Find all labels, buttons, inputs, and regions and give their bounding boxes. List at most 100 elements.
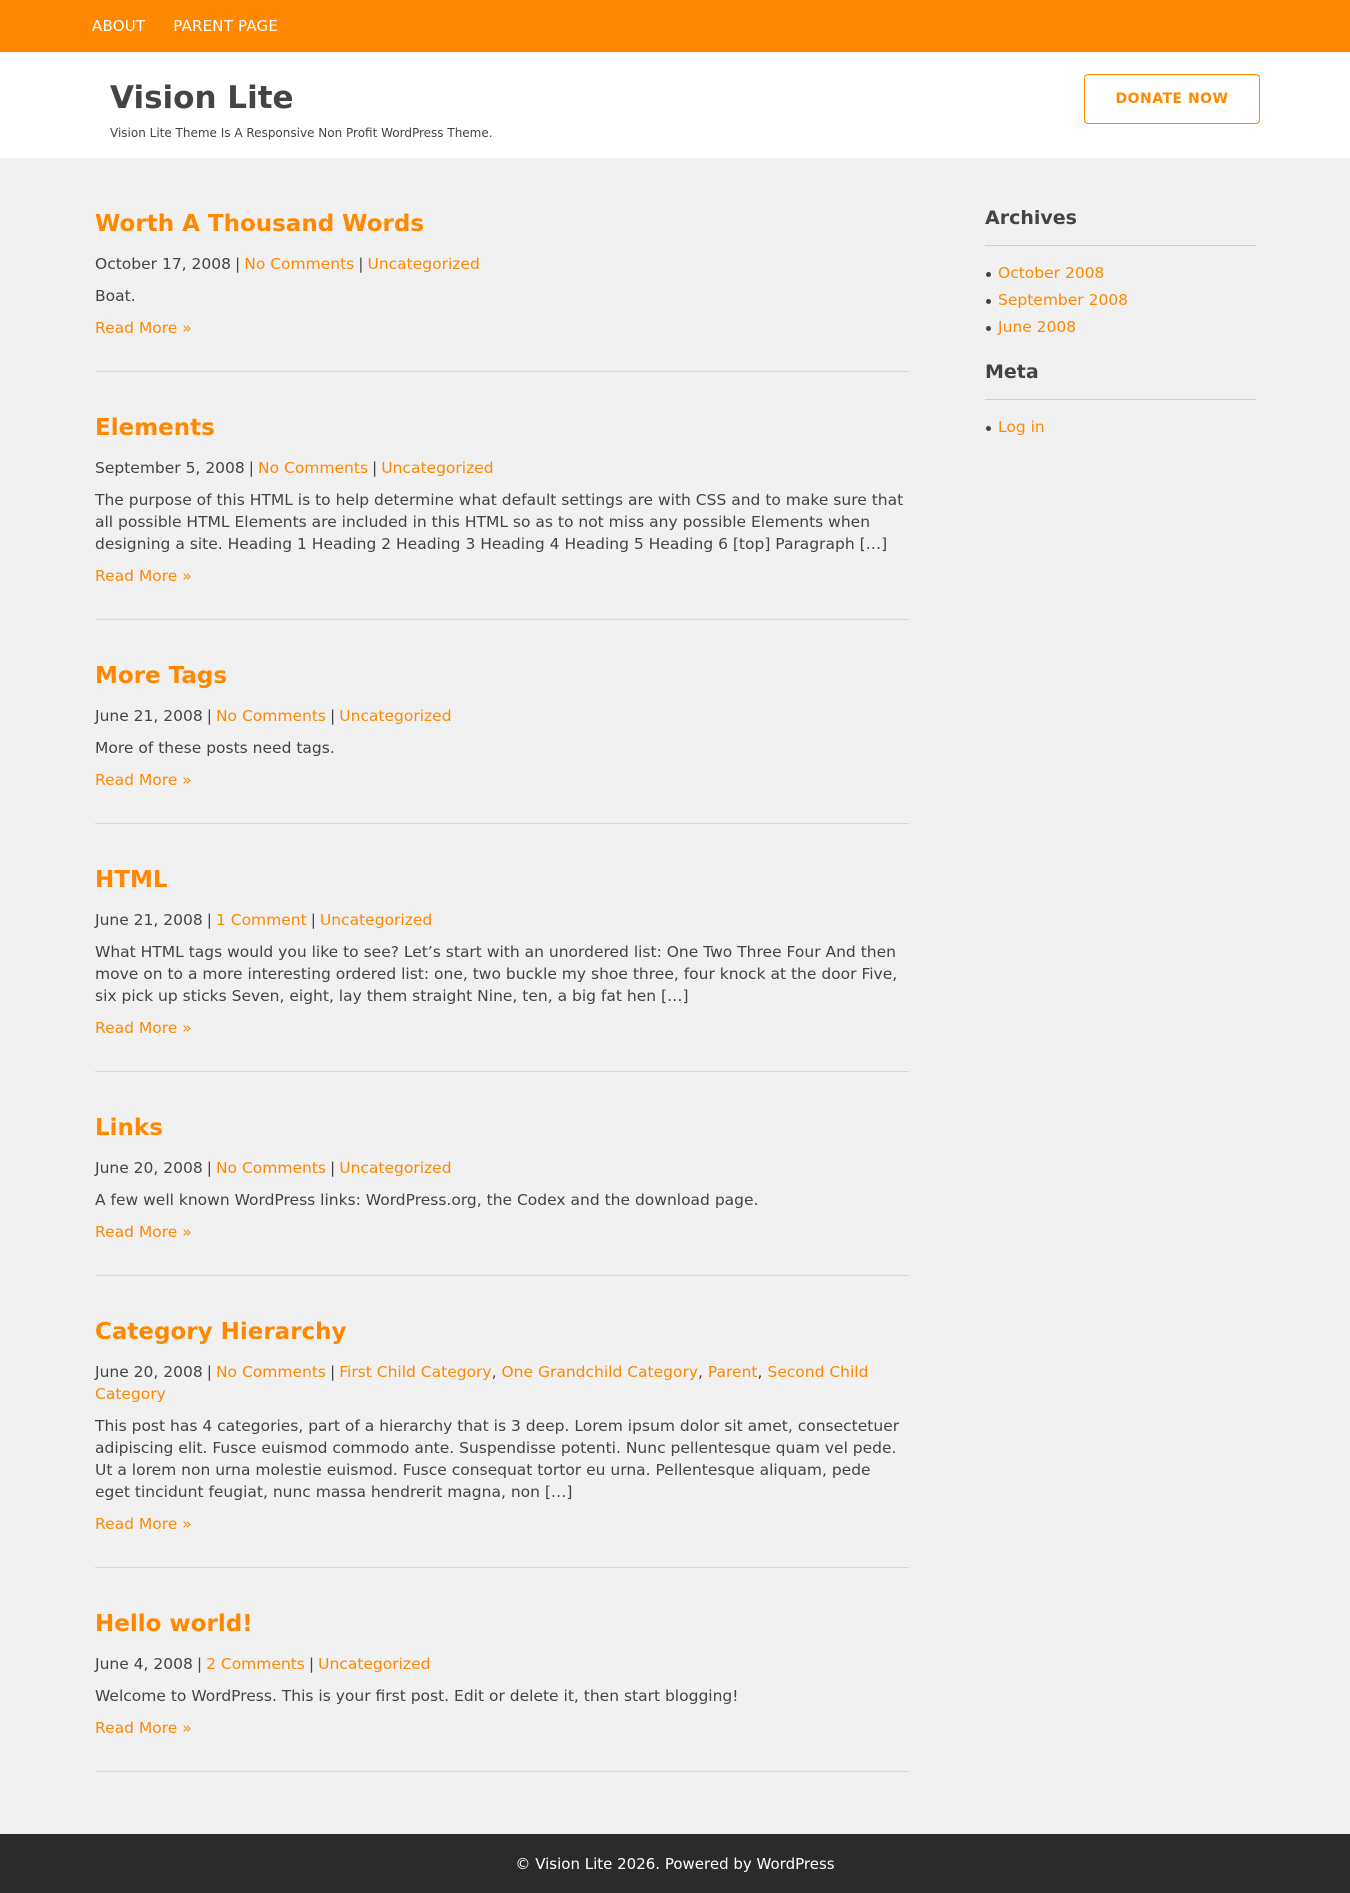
post-date: October 17, 2008 bbox=[95, 255, 231, 273]
meta-separator: | bbox=[234, 255, 241, 273]
post-comments-link[interactable]: No Comments bbox=[216, 707, 326, 725]
post: Links June 20, 2008 | No Comments | Uncategor… bbox=[95, 1114, 909, 1276]
post-meta: June 20, 2008 | No Comments | First Child Ca… bbox=[95, 1361, 909, 1405]
post-date: June 20, 2008 bbox=[95, 1363, 203, 1381]
post-meta: June 21, 2008 | 1 Comment | Uncategorized bbox=[95, 909, 909, 931]
post-category-link[interactable]: Parent bbox=[708, 1363, 758, 1381]
post-category-link[interactable]: First Child Category bbox=[339, 1363, 491, 1381]
meta-separator: | bbox=[358, 255, 364, 273]
post-comments-link[interactable]: No Comments bbox=[216, 1363, 326, 1381]
post-date: June 21, 2008 bbox=[95, 911, 203, 929]
archives-widget: Archives October 2008 September 2008 Jun… bbox=[985, 207, 1256, 341]
post-date: September 5, 2008 bbox=[95, 459, 245, 477]
post-excerpt: A few well known WordPress links: WordPr… bbox=[95, 1191, 759, 1209]
post: Elements September 5, 2008 | No Comments | Un… bbox=[95, 414, 909, 620]
post-comments-link[interactable]: No Comments bbox=[244, 255, 354, 273]
archives-widget-title: Archives bbox=[985, 207, 1256, 246]
read-more-link[interactable]: Read More » bbox=[95, 1221, 192, 1243]
read-more-link[interactable]: Read More » bbox=[95, 1513, 192, 1535]
meta-separator: | bbox=[310, 911, 316, 929]
site-header: Vision Lite Vision Lite Theme Is A Respo… bbox=[0, 52, 1350, 158]
post-title[interactable]: Category Hierarchy bbox=[95, 1318, 909, 1346]
post-date: June 20, 2008 bbox=[95, 1159, 203, 1177]
post-category-link[interactable]: Uncategorized bbox=[339, 1159, 451, 1177]
post-category-link[interactable]: Uncategorized bbox=[320, 911, 432, 929]
meta-separator: | bbox=[329, 1159, 336, 1177]
post-title[interactable]: Elements bbox=[95, 414, 909, 442]
post-excerpt: Boat. bbox=[95, 287, 136, 305]
meta-separator: | bbox=[206, 1159, 212, 1177]
category-separator: , bbox=[698, 1363, 708, 1381]
archives-list: October 2008 September 2008 June 2008 bbox=[985, 260, 1256, 341]
post: Worth A Thousand Words October 17, 2008 | N… bbox=[95, 210, 909, 372]
post-comments-link[interactable]: No Comments bbox=[258, 459, 368, 477]
top-nav: ABOUT PARENT PAGE bbox=[0, 0, 1350, 52]
post-meta: September 5, 2008 | No Comments | Uncategori… bbox=[95, 457, 909, 479]
archive-item: October 2008 bbox=[985, 260, 1256, 287]
post-date: June 4, 2008 bbox=[95, 1655, 193, 1673]
meta-separator: | bbox=[329, 707, 336, 725]
meta-item: Log in bbox=[985, 414, 1256, 441]
post: Category Hierarchy June 20, 2008 | No Comme… bbox=[95, 1318, 909, 1568]
post-category-link[interactable]: One Grandchild Category bbox=[501, 1363, 698, 1381]
site-tagline: Vision Lite Theme Is A Responsive Non Pr… bbox=[110, 126, 493, 140]
post-excerpt: What HTML tags would you like to see? Le… bbox=[95, 943, 898, 1005]
post-excerpt: This post has 4 categories, part of a hi… bbox=[95, 1417, 900, 1501]
site-footer: © Vision Lite 2026. Powered by WordPress bbox=[0, 1834, 1350, 1893]
post-category-link[interactable]: Uncategorized bbox=[318, 1655, 430, 1673]
meta-separator: | bbox=[248, 459, 254, 477]
read-more-link[interactable]: Read More » bbox=[95, 1017, 192, 1039]
meta-list: Log in bbox=[985, 414, 1256, 441]
post-category-link[interactable]: Uncategorized bbox=[339, 707, 451, 725]
archive-link-september-2008[interactable]: September 2008 bbox=[998, 291, 1128, 309]
meta-widget: Meta Log in bbox=[985, 361, 1256, 441]
read-more-link[interactable]: Read More » bbox=[95, 317, 192, 339]
post-title[interactable]: HTML bbox=[95, 866, 909, 894]
post-category-link[interactable]: Uncategorized bbox=[381, 459, 493, 477]
site-title[interactable]: Vision Lite bbox=[110, 80, 294, 116]
login-link[interactable]: Log in bbox=[998, 418, 1045, 436]
read-more-link[interactable]: Read More » bbox=[95, 769, 192, 791]
post-title[interactable]: Hello world! bbox=[95, 1610, 909, 1638]
meta-separator: | bbox=[329, 1363, 336, 1381]
category-separator: , bbox=[491, 1363, 502, 1381]
archive-link-june-2008[interactable]: June 2008 bbox=[998, 318, 1076, 336]
post: Hello world! June 4, 2008 | 2 Comments | Unca… bbox=[95, 1610, 909, 1772]
post-excerpt: The purpose of this HTML is to help dete… bbox=[95, 491, 904, 553]
post-comments-link[interactable]: No Comments bbox=[216, 1159, 326, 1177]
archive-item: June 2008 bbox=[985, 314, 1256, 341]
category-separator: , bbox=[757, 1363, 768, 1381]
post-meta: June 20, 2008 | No Comments | Uncategorized bbox=[95, 1157, 909, 1179]
post-title[interactable]: More Tags bbox=[95, 662, 909, 690]
post: More Tags June 21, 2008 | No Comments | Uncat… bbox=[95, 662, 909, 824]
meta-separator: | bbox=[372, 459, 378, 477]
post-excerpt: More of these posts need tags. bbox=[95, 739, 335, 757]
post-title[interactable]: Links bbox=[95, 1114, 909, 1142]
post-title[interactable]: Worth A Thousand Words bbox=[95, 210, 909, 238]
nav-item-about[interactable]: ABOUT bbox=[92, 17, 145, 35]
meta-separator: | bbox=[206, 1363, 212, 1381]
sidebar: Archives October 2008 September 2008 Jun… bbox=[985, 207, 1256, 461]
meta-separator: | bbox=[308, 1655, 315, 1673]
nav-item-parent-page[interactable]: PARENT PAGE bbox=[173, 17, 278, 35]
read-more-link[interactable]: Read More » bbox=[95, 1717, 192, 1739]
archive-item: September 2008 bbox=[985, 287, 1256, 314]
post-list: Worth A Thousand Words October 17, 2008 | N… bbox=[95, 210, 909, 1814]
donate-button[interactable]: DONATE NOW bbox=[1084, 74, 1260, 124]
post-category-link[interactable]: Uncategorized bbox=[367, 255, 479, 273]
post: HTML June 21, 2008 | 1 Comment | Uncategorize… bbox=[95, 866, 909, 1072]
post-meta: June 4, 2008 | 2 Comments | Uncategorized bbox=[95, 1653, 909, 1675]
post-meta: June 21, 2008 | No Comments | Uncategorized bbox=[95, 705, 909, 727]
footer-text: © Vision Lite 2026. Powered by WordPress bbox=[515, 1854, 835, 1873]
meta-separator: | bbox=[206, 911, 212, 929]
post-excerpt: Welcome to WordPress. This is your first… bbox=[95, 1687, 739, 1705]
meta-separator: | bbox=[206, 707, 212, 725]
meta-widget-title: Meta bbox=[985, 361, 1256, 400]
post-meta: October 17, 2008 | No Comments | Uncategoriz… bbox=[95, 253, 909, 275]
read-more-link[interactable]: Read More » bbox=[95, 565, 192, 587]
post-date: June 21, 2008 bbox=[95, 707, 203, 725]
post-comments-link[interactable]: 1 Comment bbox=[216, 911, 307, 929]
archive-link-october-2008[interactable]: October 2008 bbox=[998, 264, 1104, 282]
meta-separator: | bbox=[196, 1655, 203, 1673]
post-comments-link[interactable]: 2 Comments bbox=[206, 1655, 305, 1673]
